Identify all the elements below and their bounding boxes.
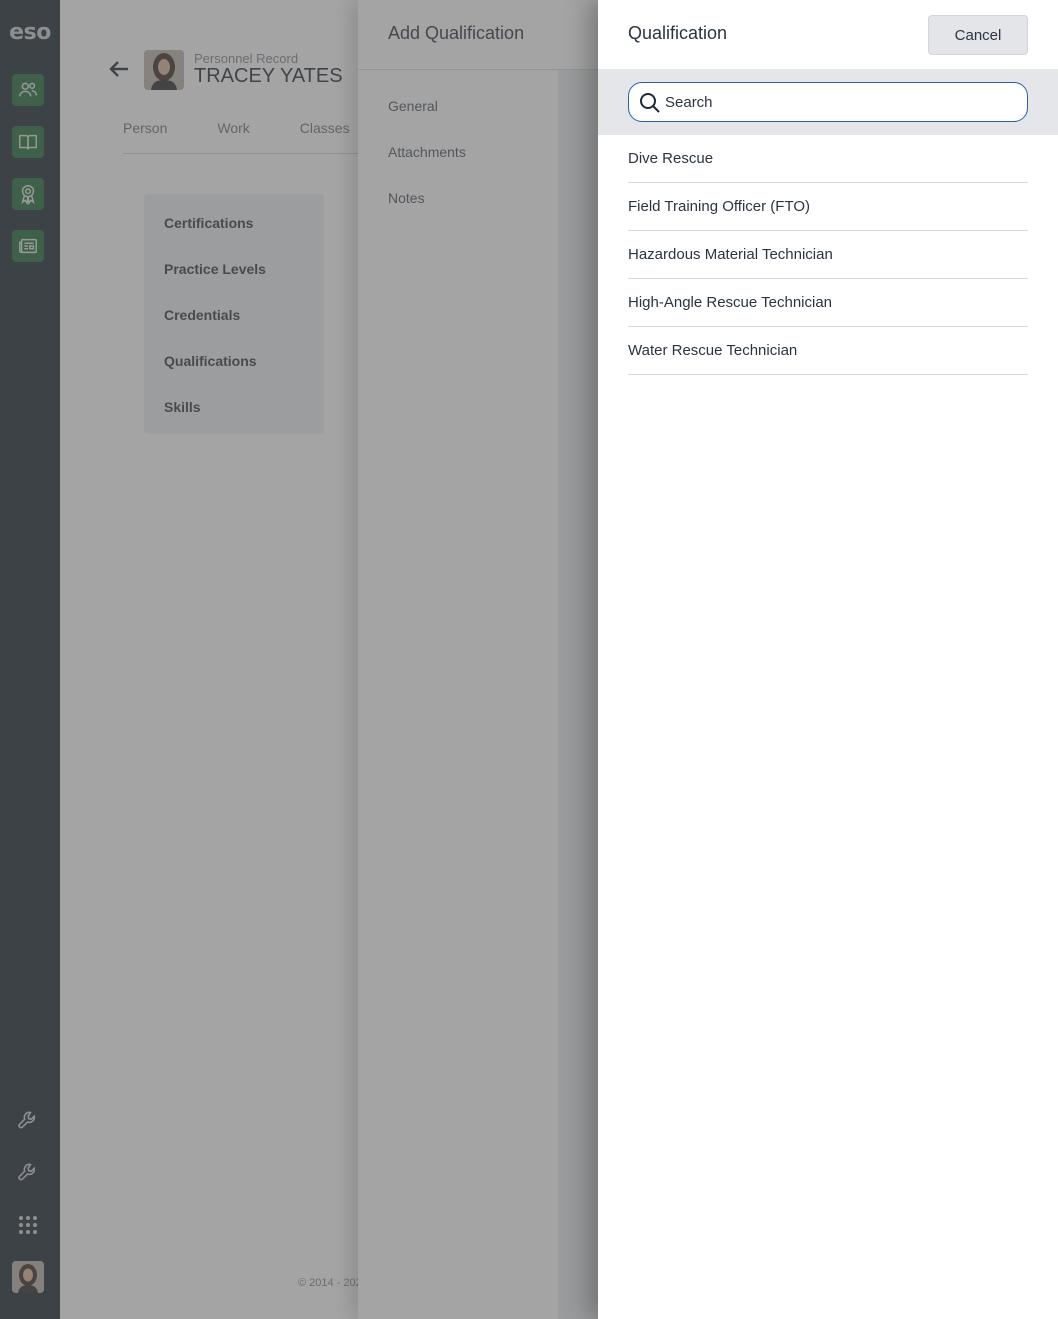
person-photo: [144, 50, 184, 90]
qualification-list: Dive Rescue Field Training Officer (FTO)…: [628, 135, 1028, 375]
list-item[interactable]: Dive Rescue: [628, 135, 1028, 183]
wrench-icon[interactable]: [14, 1159, 42, 1187]
user-avatar[interactable]: [12, 1261, 44, 1293]
wrench-icon[interactable]: [14, 1107, 42, 1135]
qualification-picker: Qualification Cancel Dive Rescue Field T…: [598, 0, 1058, 1319]
tab-work[interactable]: Work: [217, 120, 249, 136]
record-label: Personnel Record: [194, 51, 299, 66]
list-item[interactable]: Field Training Officer (FTO): [628, 183, 1028, 231]
search-box[interactable]: [628, 82, 1028, 122]
section-general[interactable]: General: [388, 98, 466, 144]
copyright-text: © 2014 - 202: [298, 1277, 362, 1289]
personnel-record-page: Personnel Record TRACEY YATES Person Wor…: [60, 0, 363, 1319]
search-icon: [639, 92, 661, 114]
section-notes[interactable]: Notes: [388, 190, 466, 236]
panel-content-area: [558, 70, 598, 1319]
subnav-certifications[interactable]: Certifications: [144, 210, 324, 256]
list-item[interactable]: High-Angle Rescue Technician: [628, 279, 1028, 327]
subnav-skills[interactable]: Skills: [144, 394, 324, 440]
cancel-button[interactable]: Cancel: [928, 15, 1028, 55]
apps-grid-icon[interactable]: [14, 1211, 42, 1239]
search-input[interactable]: [665, 83, 1021, 121]
eso-logo: eso: [9, 20, 51, 45]
qualification-subnav: Certifications Practice Levels Credentia…: [144, 194, 324, 434]
tab-person[interactable]: Person: [123, 120, 167, 136]
picker-title: Qualification: [628, 23, 728, 43]
add-qualification-panel: Add Qualification General Attachments No…: [358, 0, 598, 1319]
tabs-divider: [123, 153, 363, 154]
people-icon[interactable]: [12, 74, 44, 106]
list-item[interactable]: Water Rescue Technician: [628, 327, 1028, 375]
panel-section-nav: General Attachments Notes: [388, 98, 466, 236]
back-arrow-icon[interactable]: [108, 58, 130, 80]
newspaper-icon[interactable]: [12, 230, 44, 262]
tab-classes[interactable]: Classes: [300, 120, 350, 136]
subnav-credentials[interactable]: Credentials: [144, 302, 324, 348]
nav-rail: eso: [0, 0, 60, 1319]
panel-title: Add Qualification: [388, 23, 525, 43]
subnav-practice-levels[interactable]: Practice Levels: [144, 256, 324, 302]
subnav-qualifications[interactable]: Qualifications: [144, 348, 324, 394]
list-item[interactable]: Hazardous Material Technician: [628, 231, 1028, 279]
award-icon[interactable]: [12, 178, 44, 210]
book-icon[interactable]: [12, 126, 44, 158]
person-name: TRACEY YATES: [194, 65, 343, 87]
search-bar: [598, 69, 1058, 135]
section-attachments[interactable]: Attachments: [388, 144, 466, 190]
